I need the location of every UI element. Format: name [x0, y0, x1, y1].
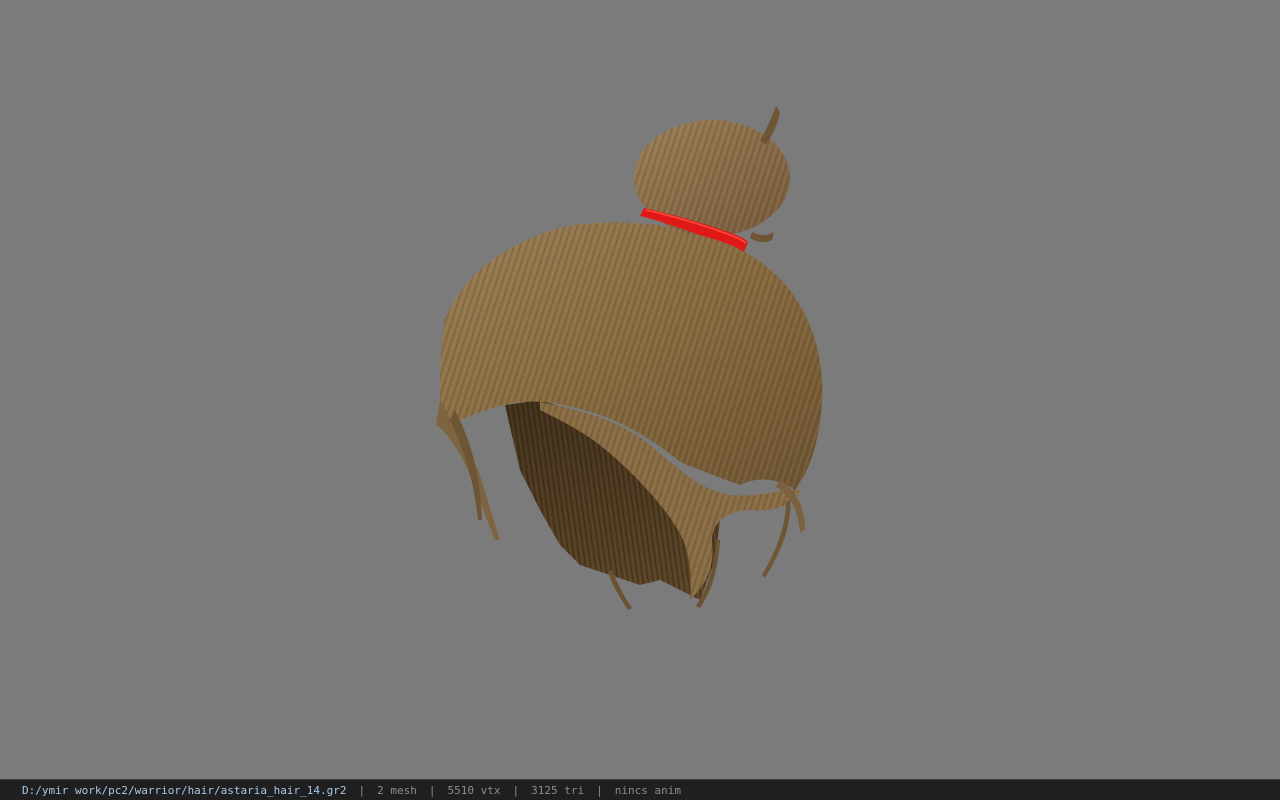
mesh-count: 2 mesh: [377, 783, 417, 797]
animation-status: nincs anim: [614, 783, 681, 797]
triangle-count: 3125 tri: [531, 783, 585, 797]
status-separator: |: [512, 783, 520, 797]
3d-viewport[interactable]: [0, 0, 1280, 779]
status-separator: |: [358, 783, 366, 797]
status-separator: |: [596, 783, 603, 797]
status-separator: |: [428, 783, 436, 797]
vertex-count: 5510 vtx: [447, 783, 501, 797]
status-bar: D:/ymir work/pc2/warrior/hair/astaria_ha…: [0, 779, 1280, 800]
file-path: D:/ymir work/pc2/warrior/hair/astaria_ha…: [22, 783, 347, 797]
left-fringe: [436, 400, 500, 540]
hair-model-render[interactable]: [0, 0, 1280, 779]
